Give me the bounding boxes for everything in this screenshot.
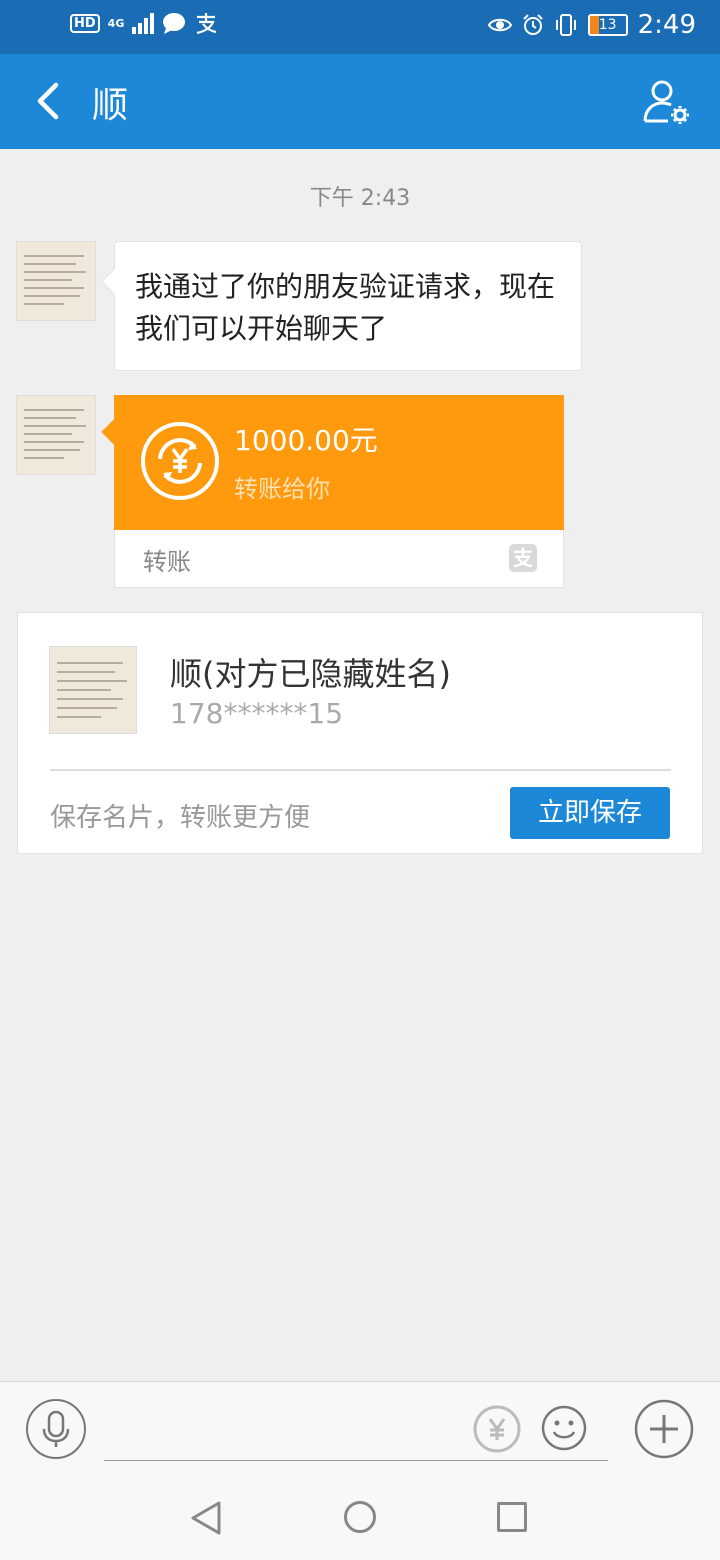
battery-level: 13	[598, 17, 617, 33]
microphone-icon	[42, 1410, 70, 1447]
input-bar	[0, 1381, 720, 1476]
smiley-icon[interactable]	[540, 1404, 588, 1452]
message-notification-icon	[163, 13, 186, 34]
avatar[interactable]	[16, 395, 96, 475]
page-title: 顺	[92, 85, 129, 126]
message-bubble[interactable]: 我通过了你的朋友验证请求，现在我们可以开始聊天了	[114, 241, 582, 371]
yuan-transfer-icon	[141, 422, 219, 500]
back-button[interactable]	[30, 79, 70, 124]
chat-timestamp: 下午 2:43	[309, 186, 411, 211]
transfer-subtitle: 转账给你	[234, 475, 330, 503]
network-indicator: 4G	[107, 16, 125, 30]
yuan-transfer-icon[interactable]	[472, 1404, 522, 1454]
nav-back-icon[interactable]	[188, 1499, 224, 1537]
status-time: 2:49	[637, 10, 696, 40]
contact-avatar	[49, 646, 137, 734]
transfer-amount: 1000.00元	[234, 424, 378, 457]
message-text: 我通过了你的朋友验证请求，现在我们可以开始聊天了	[135, 270, 556, 345]
signal-icon	[132, 13, 155, 34]
nav-recents-icon[interactable]	[497, 1502, 527, 1532]
alipay-notification-icon	[197, 13, 217, 34]
status-right: 13 2:49	[487, 10, 696, 40]
contact-name: 顺(对方已隐藏姓名)	[170, 655, 451, 693]
alipay-icon: 支	[509, 544, 537, 572]
chevron-left-icon	[37, 82, 59, 120]
user-gear-icon	[643, 80, 689, 124]
avatar[interactable]	[16, 241, 96, 321]
transfer-header: 1000.00元 转账给你	[114, 395, 564, 530]
chat-settings-button[interactable]	[642, 77, 690, 125]
status-left: HD 4G	[70, 12, 218, 34]
save-contact-button[interactable]: 立即保存	[510, 787, 670, 839]
system-nav-bar	[0, 1475, 720, 1560]
transfer-message[interactable]: 1000.00元 转账给你 转账 支	[114, 395, 564, 588]
alarm-icon	[522, 14, 543, 35]
plus-circle-icon[interactable]	[634, 1399, 694, 1459]
top-bar: 顺	[0, 54, 720, 149]
vibrate-icon	[555, 14, 576, 36]
voice-button[interactable]	[26, 1399, 86, 1459]
divider	[50, 769, 671, 771]
nav-home-icon[interactable]	[344, 1501, 376, 1533]
transfer-label: 转账	[143, 548, 191, 576]
contact-phone: 178******15	[170, 697, 344, 730]
message-input[interactable]	[104, 1460, 608, 1461]
save-hint: 保存名片，转账更方便	[50, 803, 311, 833]
contact-card: 顺(对方已隐藏姓名) 178******15 保存名片，转账更方便 立即保存	[17, 612, 703, 854]
status-bar: HD 4G 13 2:49	[0, 0, 720, 54]
battery-icon: 13	[587, 14, 628, 36]
hd-indicator: HD	[70, 13, 100, 33]
eye-comfort-icon	[487, 18, 512, 32]
